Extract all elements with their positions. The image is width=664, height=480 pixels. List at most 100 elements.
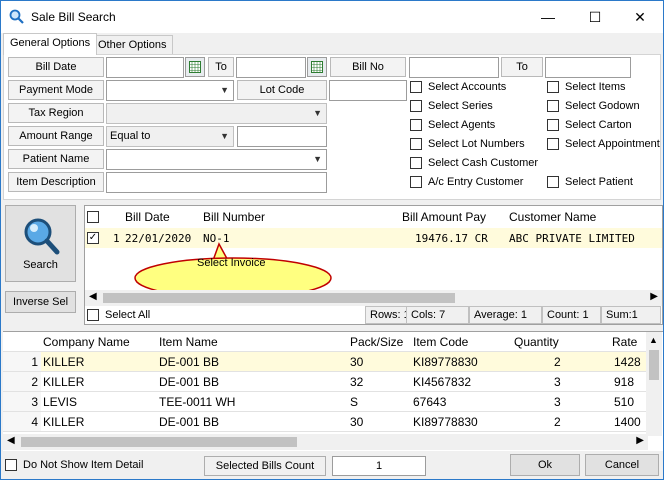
filter-checkbox[interactable]: Select Cash Customer <box>410 157 538 169</box>
col-quantity[interactable]: Quantity <box>514 335 559 349</box>
filter-checkbox[interactable]: A/c Entry Customer <box>410 176 523 188</box>
bill-date-to-label: To <box>208 57 234 77</box>
checkbox-icon[interactable] <box>410 157 422 169</box>
maximize-button[interactable]: ☐ <box>572 1 618 33</box>
col-pack-size[interactable]: Pack/Size <box>350 335 403 349</box>
checkbox-icon[interactable] <box>547 176 559 188</box>
checkbox-icon[interactable] <box>410 176 422 188</box>
no-item-detail-checkbox[interactable]: Do Not Show Item Detail <box>5 459 143 471</box>
bill-date-to-input[interactable] <box>236 57 306 78</box>
tab-general-options[interactable]: General Options <box>3 33 98 55</box>
tab-other-options[interactable]: Other Options <box>91 35 174 55</box>
filter-checkbox-label: Select Patient <box>565 176 633 188</box>
chevron-down-icon: ▼ <box>313 108 322 118</box>
col-bill-number[interactable]: Bill Number <box>203 210 265 224</box>
company-cell: LEVIS <box>43 395 78 409</box>
item-code-cell: KI89778830 <box>413 415 478 429</box>
scroll-right-icon[interactable]: ▶ <box>650 291 658 302</box>
close-button[interactable]: ✕ <box>617 1 663 33</box>
filter-checkbox[interactable]: Select Appointment <box>547 138 660 150</box>
items-grid-header: Company Name Item Name Pack/Size Item Co… <box>3 332 648 352</box>
chevron-down-icon: ▼ <box>220 131 229 141</box>
bill-amount-cell: 19476.17 CR <box>415 232 488 245</box>
filter-checkbox[interactable]: Select Godown <box>547 100 640 112</box>
payment-mode-select[interactable]: ▼ <box>106 80 234 101</box>
filter-checkbox[interactable]: Select Series <box>410 100 493 112</box>
patient-name-label: Patient Name <box>8 149 104 169</box>
filter-checkbox-label: Select Godown <box>565 100 640 112</box>
calendar-icon[interactable] <box>185 57 205 77</box>
scroll-thumb[interactable] <box>649 350 659 380</box>
status-cols: Cols: 7 <box>406 306 469 324</box>
filter-panel: Bill Date To Bill No To Payment Mode ▼ L… <box>3 54 661 200</box>
scroll-thumb[interactable] <box>21 437 297 447</box>
calendar-icon[interactable] <box>307 57 327 77</box>
items-horizontal-scrollbar[interactable]: ◀ ▶ <box>3 434 648 450</box>
scroll-right-icon[interactable]: ▶ <box>636 435 644 446</box>
filter-checkbox-label: Select Items <box>565 81 626 93</box>
filter-checkbox-label: Select Series <box>428 100 493 112</box>
filter-checkbox[interactable]: Select Lot Numbers <box>410 138 525 150</box>
item-row[interactable]: 1 KILLER DE-001 BB 30 KI89778830 2 1428 <box>3 352 648 372</box>
tax-region-label: Tax Region <box>8 103 104 123</box>
select-all-checkbox[interactable]: Select All <box>87 309 150 321</box>
bills-horizontal-scrollbar[interactable]: ◀ ▶ <box>85 290 662 306</box>
bill-no-from-input[interactable] <box>409 57 499 78</box>
col-bill-date[interactable]: Bill Date <box>125 210 170 224</box>
lot-code-label: Lot Code <box>237 80 327 100</box>
minimize-button[interactable]: — <box>525 1 571 33</box>
filter-checkbox[interactable]: Select Agents <box>410 119 495 131</box>
checkbox-icon[interactable] <box>547 100 559 112</box>
scroll-left-icon[interactable]: ◀ <box>89 291 97 302</box>
checkbox-icon[interactable] <box>410 119 422 131</box>
ok-button[interactable]: Ok <box>510 454 580 476</box>
app-icon <box>9 9 24 24</box>
bill-row-number: 1 <box>113 232 120 245</box>
bill-date-from-input[interactable] <box>106 57 184 78</box>
col-item-name[interactable]: Item Name <box>159 335 218 349</box>
item-description-input[interactable] <box>106 172 327 193</box>
lot-code-input[interactable] <box>329 80 407 101</box>
col-customer-name[interactable]: Customer Name <box>509 210 596 224</box>
scroll-thumb[interactable] <box>103 293 455 303</box>
company-cell: KILLER <box>43 355 85 369</box>
checkbox-icon[interactable] <box>547 138 559 150</box>
item-code-cell: KI4567832 <box>413 375 472 389</box>
items-vertical-scrollbar[interactable]: ▲ <box>646 332 662 436</box>
item-code-cell: 67643 <box>413 395 447 409</box>
col-bill-amount[interactable]: Bill Amount Pay <box>402 210 486 224</box>
item-name-cell: DE-001 BB <box>159 415 220 429</box>
cancel-button[interactable]: Cancel <box>585 454 659 476</box>
checkbox-icon[interactable] <box>410 100 422 112</box>
filter-checkbox[interactable]: Select Items <box>547 81 626 93</box>
col-company-name[interactable]: Company Name <box>43 335 130 349</box>
rate-cell: 510 <box>614 395 635 409</box>
item-row[interactable]: 3 LEVIS TEE-0011 WH S 67643 3 510 <box>3 392 648 412</box>
search-button[interactable]: Search <box>5 205 76 282</box>
col-rate[interactable]: Rate <box>612 335 637 349</box>
checkbox-icon[interactable] <box>547 81 559 93</box>
chevron-down-icon: ▼ <box>220 85 229 95</box>
bill-no-to-input[interactable] <box>545 57 631 78</box>
item-row[interactable]: 4 KILLER DE-001 BB 30 KI89778830 2 1400 <box>3 412 648 432</box>
tax-region-select[interactable]: ▼ <box>106 103 327 124</box>
patient-name-select[interactable]: ▼ <box>106 149 327 170</box>
filter-checkbox[interactable]: Select Patient <box>547 176 633 188</box>
col-item-code[interactable]: Item Code <box>413 335 468 349</box>
header-checkbox[interactable] <box>87 211 99 223</box>
scroll-up-icon[interactable]: ▲ <box>649 335 658 345</box>
inverse-sel-button[interactable]: Inverse Sel <box>5 291 76 313</box>
scroll-left-icon[interactable]: ◀ <box>7 435 15 446</box>
filter-checkbox[interactable]: Select Carton <box>547 119 632 131</box>
amount-range-select[interactable]: Equal to ▼ <box>106 126 234 147</box>
bill-no-label: Bill No <box>330 57 406 77</box>
no-item-detail-label: Do Not Show Item Detail <box>23 459 144 471</box>
checkbox-icon[interactable] <box>410 138 422 150</box>
bill-row-checkbox[interactable]: ✓ <box>87 232 99 244</box>
item-row[interactable]: 2 KILLER DE-001 BB 32 KI4567832 3 918 <box>3 372 648 392</box>
amount-input[interactable] <box>237 126 327 147</box>
checkbox-icon[interactable] <box>547 119 559 131</box>
checkbox-icon[interactable] <box>410 81 422 93</box>
filter-checkbox[interactable]: Select Accounts <box>410 81 506 93</box>
filter-checkbox-label: Select Appointment <box>565 138 660 150</box>
